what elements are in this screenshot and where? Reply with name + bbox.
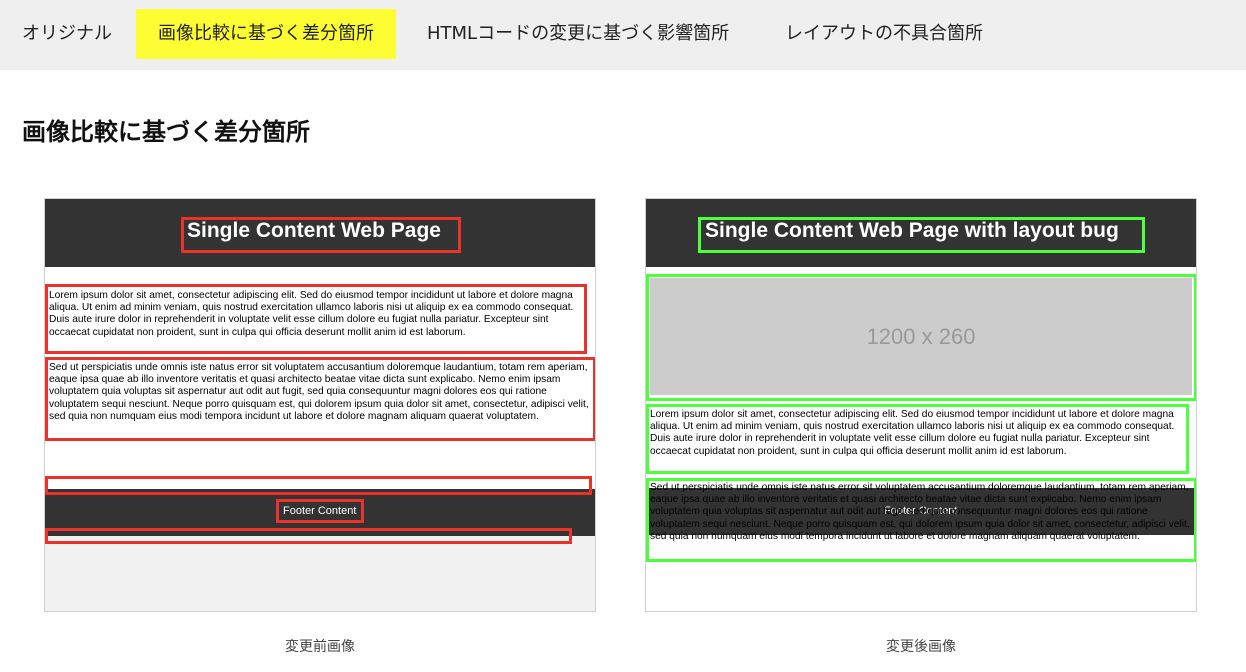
diff-box-image [646,274,1196,401]
before-screenshot: Single Content Web Page Lorem ipsum dolo… [44,198,596,612]
tab-html-impact[interactable]: HTMLコードの変更に基づく影響箇所 [405,9,751,59]
diff-box-header-title [698,217,1145,253]
tab-original[interactable]: オリジナル [0,9,134,59]
diff-box-paragraph-2 [646,478,1196,562]
page-title: 画像比較に基づく差分箇所 [22,118,310,146]
before-caption: 変更前画像 [285,639,355,655]
diff-box-footer-text [276,499,364,523]
tab-bar: オリジナル 画像比較に基づく差分箇所 HTMLコードの変更に基づく影響箇所 レイ… [0,0,1246,70]
diff-box-paragraph-2 [45,357,595,441]
diff-box-header-title [181,217,461,253]
tab-layout-bugs[interactable]: レイアウトの不具合箇所 [763,9,1005,59]
after-screenshot: Single Content Web Page with layout bug … [645,198,1197,612]
after-caption: 変更後画像 [886,639,956,655]
diff-box-paragraph-1 [45,284,587,354]
diff-box-paragraph-1 [646,404,1189,474]
diff-box-footer-bottom [45,528,572,544]
tab-image-diff[interactable]: 画像比較に基づく差分箇所 [136,9,396,59]
diff-box-footer-top [45,476,592,495]
